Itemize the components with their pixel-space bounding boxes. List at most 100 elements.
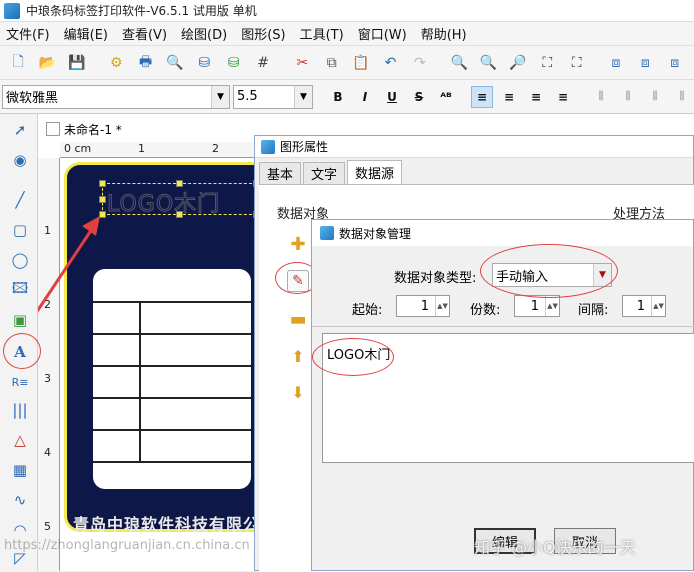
- menu-window[interactable]: 窗口(W): [358, 24, 407, 43]
- align-center-icon[interactable]: ≡: [498, 86, 520, 108]
- group-icon[interactable]: ⧈: [606, 52, 626, 74]
- rich-text-tool-icon[interactable]: R≡: [8, 370, 32, 394]
- interval-label: 间隔:: [578, 303, 609, 318]
- zoom-fit-icon[interactable]: 🔎: [508, 52, 528, 74]
- actual-size-icon[interactable]: ⛶: [566, 52, 586, 74]
- annotation-circle: [312, 338, 394, 376]
- chevron-down-icon[interactable]: ▼: [211, 85, 229, 108]
- move-up-icon[interactable]: ⬆: [287, 345, 309, 367]
- image-tool-icon[interactable]: 🖾: [8, 278, 32, 302]
- chevron-down-icon[interactable]: ▼: [294, 85, 312, 108]
- italic-button[interactable]: I: [354, 86, 376, 108]
- ruler-label: 4: [44, 446, 51, 459]
- main-toolbar: 🗋 📂 💾 ⚙ 🖶 🔍 ⛁ ⛁ # ✂ ⧉ 📋 ↶ ↷ 🔍 🔍 🔎 ⛶ ⛶ ⧈ …: [0, 46, 694, 80]
- stepper-arrows-icon[interactable]: ▲▼: [651, 296, 665, 316]
- align-objects-left-icon[interactable]: ⫴: [590, 86, 612, 108]
- annotation-arrow: [38, 216, 100, 313]
- menu-draw[interactable]: 绘图(D): [181, 24, 227, 43]
- start-label: 起始:: [352, 303, 383, 318]
- database-icon[interactable]: ⛁: [194, 52, 214, 74]
- font-size-select[interactable]: 5.5 ▼: [233, 84, 313, 109]
- data-type-label: 数据对象类型:: [394, 271, 477, 286]
- settings-gear-icon[interactable]: ⚙: [106, 52, 126, 74]
- zoom-in-icon[interactable]: 🔍: [449, 52, 469, 74]
- distribute-icon[interactable]: ⫴: [671, 86, 693, 108]
- copy-icon[interactable]: ⧉: [322, 52, 342, 74]
- copies-label: 份数:: [470, 303, 501, 318]
- save-icon[interactable]: 💾: [67, 52, 87, 74]
- cut-icon[interactable]: ✂: [292, 52, 312, 74]
- url-watermark: https://zhonglangruanjian.cn.china.cn: [4, 538, 250, 553]
- start-value: 1: [420, 298, 429, 314]
- paste-icon[interactable]: 📋: [351, 52, 371, 74]
- align-right-icon[interactable]: ≡: [525, 86, 547, 108]
- remove-data-icon[interactable]: ▬: [287, 308, 309, 330]
- qrcode-tool-icon[interactable]: ▦: [8, 458, 32, 482]
- move-down-icon[interactable]: ⬇: [287, 381, 309, 403]
- bold-button[interactable]: B: [327, 86, 349, 108]
- zoom-out-icon[interactable]: 🔍: [478, 52, 498, 74]
- picture-tool-icon[interactable]: ▣: [8, 308, 32, 332]
- font-toolbar: 微软雅黑 ▼ 5.5 ▼ B I U S ᴬᴮ ≡ ≡ ≡ ≡ ⫴ ⫴ ⫴ ⫴: [0, 80, 694, 114]
- properties-tabs: 基本 文字 数据源: [259, 160, 404, 184]
- select-pointer-icon[interactable]: ➚: [8, 118, 32, 142]
- barcode-tool-icon[interactable]: |||: [8, 398, 32, 422]
- triangle-tool-icon[interactable]: △: [8, 428, 32, 452]
- dialog-icon: [320, 226, 334, 240]
- resize-handle[interactable]: [176, 180, 183, 187]
- redo-icon[interactable]: ↷: [410, 52, 430, 74]
- menu-view[interactable]: 查看(V): [122, 24, 167, 43]
- curve-tool-icon[interactable]: ∿: [8, 488, 32, 512]
- menu-edit[interactable]: 编辑(E): [64, 24, 108, 43]
- stepper-arrows-icon[interactable]: ▲▼: [545, 296, 559, 316]
- align-objects-right-icon[interactable]: ⫴: [644, 86, 666, 108]
- strikethrough-button[interactable]: S: [408, 86, 430, 108]
- tab-datasource[interactable]: 数据源: [347, 160, 403, 184]
- company-name-text: 青岛中琅软件科技有限公司: [73, 515, 278, 534]
- table-row: [93, 429, 251, 431]
- menu-bar: 文件(F) 编辑(E) 查看(V) 绘图(D) 图形(S) 工具(T) 窗口(W…: [0, 22, 694, 46]
- char-spacing-icon[interactable]: ᴬᴮ: [435, 86, 457, 108]
- fit-page-icon[interactable]: ⛶: [537, 52, 557, 74]
- menu-tools[interactable]: 工具(T): [300, 24, 344, 43]
- copies-stepper[interactable]: 1 ▲▼: [514, 295, 560, 317]
- ellipse-tool-icon[interactable]: ◯: [8, 248, 32, 272]
- more-icon[interactable]: ⧈: [665, 52, 685, 74]
- dialog-titlebar: 数据对象管理: [312, 220, 693, 246]
- annotation-circle: [3, 333, 41, 369]
- interval-stepper[interactable]: 1 ▲▼: [622, 295, 666, 317]
- start-stepper[interactable]: 1 ▲▼: [396, 295, 450, 317]
- underline-button[interactable]: U: [381, 86, 403, 108]
- align-justify-icon[interactable]: ≡: [552, 86, 574, 108]
- undo-icon[interactable]: ↶: [380, 52, 400, 74]
- tab-basic[interactable]: 基本: [259, 162, 302, 184]
- rectangle-tool-icon[interactable]: ▢: [8, 218, 32, 242]
- new-file-icon[interactable]: 🗋: [8, 52, 28, 74]
- database-link-icon[interactable]: ⛁: [224, 52, 244, 74]
- resize-handle[interactable]: [176, 211, 183, 218]
- interval-value: 1: [636, 298, 645, 314]
- print-icon[interactable]: 🖶: [135, 52, 155, 74]
- align-objects-center-icon[interactable]: ⫴: [617, 86, 639, 108]
- open-folder-icon[interactable]: 📂: [37, 52, 57, 74]
- menu-help[interactable]: 帮助(H): [421, 24, 467, 43]
- menu-shape[interactable]: 图形(S): [241, 24, 285, 43]
- dialog-icon: [261, 139, 275, 154]
- ungroup-icon[interactable]: ⧈: [635, 52, 655, 74]
- stepper-arrows-icon[interactable]: ▲▼: [435, 296, 449, 316]
- print-preview-icon[interactable]: 🔍: [165, 52, 185, 74]
- pan-tool-icon[interactable]: ◉: [8, 148, 32, 172]
- window-title: 中琅条码标签打印软件-V6.5.1 试用版 单机: [26, 4, 257, 18]
- grid-icon[interactable]: #: [253, 52, 273, 74]
- add-data-icon[interactable]: ✚: [287, 233, 309, 255]
- dialog-title: 图形属性: [280, 140, 329, 154]
- dialog-titlebar: 图形属性: [255, 136, 693, 158]
- font-name-select[interactable]: 微软雅黑 ▼: [2, 84, 230, 109]
- dialog-title: 数据对象管理: [339, 226, 412, 241]
- font-size-value: 5.5: [237, 89, 258, 104]
- app-icon: [4, 2, 20, 19]
- tab-text[interactable]: 文字: [303, 162, 346, 184]
- line-tool-icon[interactable]: ╱: [8, 188, 32, 212]
- menu-file[interactable]: 文件(F): [6, 24, 50, 43]
- align-left-icon[interactable]: ≡: [471, 85, 493, 108]
